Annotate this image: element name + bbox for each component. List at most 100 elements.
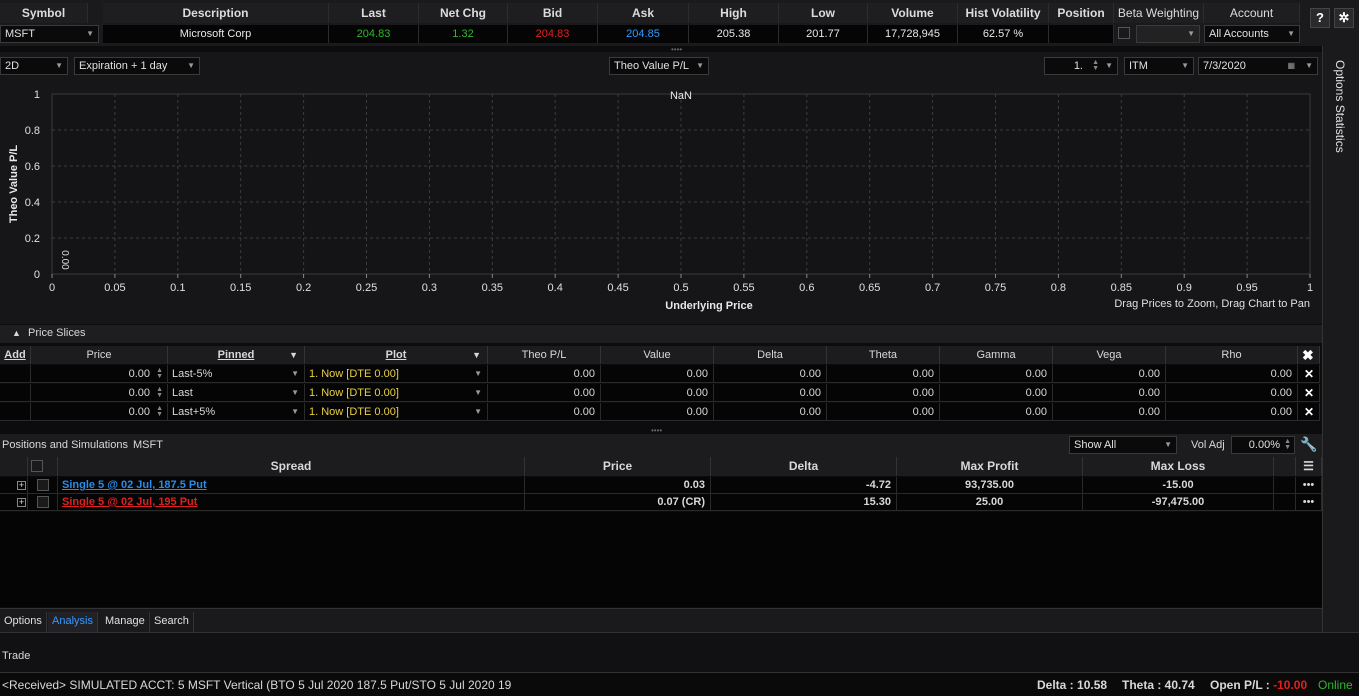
spread-link[interactable]: Single 5 @ 02 Jul, 187.5 Put xyxy=(58,479,207,491)
dropdown-icon[interactable]: ▼ xyxy=(472,346,481,364)
slice-price-cell[interactable]: 0.00 ▲ ▼ xyxy=(31,365,168,383)
chevron-down-icon[interactable]: ▼ xyxy=(474,365,482,383)
remove-slice-button[interactable]: ✕ xyxy=(1298,403,1320,421)
row-menu-button[interactable]: ••• xyxy=(1296,494,1322,511)
col-plot[interactable]: Plot ▼ xyxy=(305,346,488,364)
moneyness-select[interactable]: ITM ▼ xyxy=(1124,57,1194,75)
chevron-down-icon[interactable]: ▼ xyxy=(291,365,299,383)
beta-weighting-checkbox[interactable] xyxy=(1118,27,1130,39)
beta-weighting-select[interactable]: ▼ xyxy=(1136,25,1200,43)
row-menu-button[interactable]: ••• xyxy=(1296,477,1322,494)
price-line-annotation: 0.00 xyxy=(59,250,70,270)
metric-select[interactable]: Theo Value P/L ▼ xyxy=(609,57,709,75)
max-loss: -15.00 xyxy=(1162,479,1194,491)
positions-filter-select[interactable]: Show All ▼ xyxy=(1069,436,1177,454)
tab-manage[interactable]: Manage xyxy=(101,612,150,632)
chevron-down-icon[interactable]: ▼ xyxy=(474,403,482,421)
slice-value-cell: 0.00 xyxy=(601,384,714,402)
slice-plot-cell[interactable]: 1. Now [DTE 0.00] ▼ xyxy=(305,365,488,383)
expand-icon[interactable]: + xyxy=(17,481,26,490)
pos-price: 0.07 (CR) xyxy=(657,496,705,508)
slice-gamma-cell: 0.00 xyxy=(940,365,1053,383)
options-statistics-panel[interactable]: Options Statistics xyxy=(1322,46,1359,636)
options-statistics-tab[interactable]: Options Statistics xyxy=(1333,60,1347,153)
row-checkbox[interactable] xyxy=(37,496,49,508)
vol-adj-stepper[interactable]: 0.00% ▲ ▼ xyxy=(1231,436,1295,454)
header-symbol: Symbol xyxy=(0,3,88,23)
tab-analysis[interactable]: Analysis xyxy=(48,612,98,632)
slice-plot: 1. Now [DTE 0.00] xyxy=(309,387,399,399)
slice-vega-cell: 0.00 xyxy=(1053,365,1166,383)
date-select[interactable]: 7/3/2020 ▦ ▼ xyxy=(1198,57,1318,75)
y-tick-label: 0.4 xyxy=(25,197,40,209)
stepper-arrows-icon[interactable]: ▲ ▼ xyxy=(156,405,163,418)
select-all-checkbox[interactable] xyxy=(31,460,43,472)
symbol-select[interactable]: MSFT ▼ xyxy=(0,25,99,43)
open-pl-summary: Open P/L : -10.00 xyxy=(1210,678,1307,692)
remove-slice-button[interactable]: ✕ xyxy=(1298,384,1320,402)
remove-all-slices-button[interactable]: ✖ xyxy=(1298,346,1320,364)
trade-tab[interactable]: Trade xyxy=(2,650,30,662)
delta-value: 10.58 xyxy=(1077,678,1108,692)
col-gamma: Gamma xyxy=(940,346,1053,364)
open-pl-value: -10.00 xyxy=(1273,678,1308,692)
slice-theta-cell: 0.00 xyxy=(827,403,940,421)
row-checkbox[interactable] xyxy=(37,479,49,491)
slice-row-handle xyxy=(0,365,31,383)
slice-price-cell[interactable]: 0.00 ▲ ▼ xyxy=(31,403,168,421)
account-select[interactable]: All Accounts ▼ xyxy=(1204,25,1300,43)
quantity-stepper[interactable]: 1. ▲ ▼ ▼ xyxy=(1044,57,1118,75)
slice-gamma: 0.00 xyxy=(1025,387,1047,399)
slice-theo-pl: 0.00 xyxy=(573,368,595,380)
slice-delta: 0.00 xyxy=(799,387,821,399)
tab-options[interactable]: Options xyxy=(0,612,47,632)
expiration-select[interactable]: Expiration + 1 day ▼ xyxy=(74,57,200,75)
chevron-down-icon[interactable]: ▼ xyxy=(474,384,482,402)
metric-value: Theo Value P/L xyxy=(614,60,690,72)
spread-link[interactable]: Single 5 @ 02 Jul, 195 Put xyxy=(58,496,197,508)
slice-plot-cell[interactable]: 1. Now [DTE 0.00] ▼ xyxy=(305,384,488,402)
bottom-tabs: Options Analysis Manage Search xyxy=(0,608,1322,632)
x-tick-label: 0.05 xyxy=(104,282,125,294)
expand-icon[interactable]: + xyxy=(17,498,26,507)
close-icon: ✕ xyxy=(1304,405,1315,419)
open-pl-label: Open P/L : xyxy=(1210,678,1274,692)
ask-value: 204.85 xyxy=(598,25,689,43)
expand-cell: + xyxy=(0,494,28,511)
pl-chart[interactable]: 0 0.2 0.4 0.6 0.8 1 0 0.05 0.1 0.15 0.2 0.25 0.3 0.35… xyxy=(0,80,1322,324)
stepper-arrows-icon[interactable]: ▲ ▼ xyxy=(156,367,163,380)
slice-pinned-cell[interactable]: Last-5% ▼ xyxy=(168,365,305,383)
slice-pinned-cell[interactable]: Last ▼ xyxy=(168,384,305,402)
x-tick-label: 0.55 xyxy=(733,282,754,294)
blank-cell xyxy=(1274,477,1296,494)
spread-cell[interactable]: Single 5 @ 02 Jul, 195 Put xyxy=(58,494,525,511)
collapse-icon[interactable]: ▲ xyxy=(12,328,21,338)
view-mode-select[interactable]: 2D ▼ xyxy=(0,57,68,75)
settings-button[interactable]: ✲ xyxy=(1334,8,1354,28)
chart-area[interactable]: 0 0.2 0.4 0.6 0.8 1 0 0.05 0.1 0.15 0.2 0.25 0.3 0.35… xyxy=(0,80,1322,324)
slice-theta: 0.00 xyxy=(912,406,934,418)
max-loss-cell: -15.00 xyxy=(1083,477,1274,494)
slice-price-cell[interactable]: 0.00 ▲ ▼ xyxy=(31,384,168,402)
slice-gamma: 0.00 xyxy=(1025,368,1047,380)
price-slices-header[interactable]: ▲ Price Slices xyxy=(0,325,1322,343)
help-button[interactable]: ? xyxy=(1310,8,1330,28)
header-hist-volatility: Hist Volatility xyxy=(958,3,1049,23)
chevron-down-icon[interactable]: ▼ xyxy=(291,384,299,402)
spread-cell[interactable]: Single 5 @ 02 Jul, 187.5 Put xyxy=(58,477,525,494)
tab-search[interactable]: Search xyxy=(150,612,194,632)
col-pinned-label: Pinned xyxy=(217,349,255,361)
dropdown-icon[interactable]: ▼ xyxy=(289,346,298,364)
slice-rho-cell: 0.00 xyxy=(1166,365,1298,383)
add-slice-button[interactable]: Add xyxy=(0,346,31,364)
col-pinned[interactable]: Pinned ▼ xyxy=(168,346,305,364)
chevron-down-icon[interactable]: ▼ xyxy=(291,403,299,421)
slice-pinned-cell[interactable]: Last+5% ▼ xyxy=(168,403,305,421)
stepper-arrows-icon[interactable]: ▲ ▼ xyxy=(156,386,163,399)
column-menu-button[interactable]: ☰ xyxy=(1296,457,1322,476)
remove-slice-button[interactable]: ✕ xyxy=(1298,365,1320,383)
wrench-button[interactable]: 🔧 xyxy=(1299,436,1319,455)
slice-plot-cell[interactable]: 1. Now [DTE 0.00] ▼ xyxy=(305,403,488,421)
slice-theo-pl: 0.00 xyxy=(573,387,595,399)
delta-label: Delta : xyxy=(1037,678,1078,692)
